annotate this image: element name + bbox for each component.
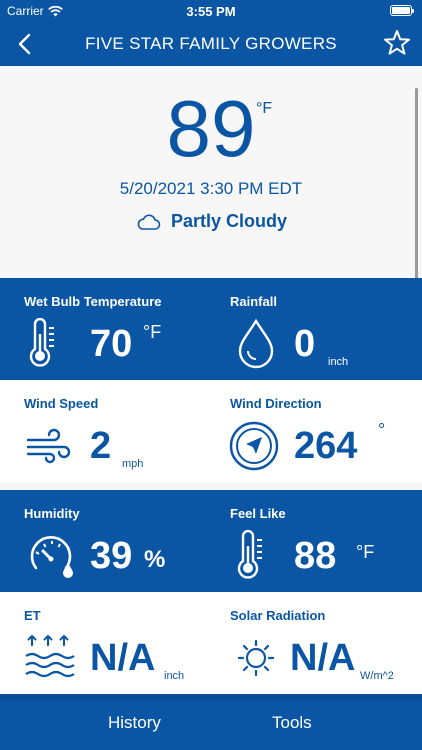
battery-icon	[390, 5, 414, 16]
temperature-unit: °F	[256, 100, 273, 117]
metric-label: Wind Speed	[24, 396, 99, 411]
current-temperature: 89	[166, 84, 256, 173]
metric-feel-like: Feel Like 88 °F	[206, 490, 411, 592]
metric-label: Humidity	[24, 506, 80, 521]
metric-wind-speed: Wind Speed 2 mph	[0, 380, 205, 482]
metric-label: Wet Bulb Temperature	[24, 294, 162, 309]
navigation-bar: FIVE STAR FAMILY GROWERS	[0, 22, 422, 66]
tab-history[interactable]: History	[108, 713, 161, 733]
current-conditions: 89 °F 5/20/2021 3:30 PM EDT Partly Cloud…	[0, 66, 422, 278]
humidity-gauge-icon	[30, 536, 73, 578]
bottom-tab-bar: History Tools	[0, 694, 422, 750]
metric-value: N/A	[90, 637, 156, 679]
metric-value: 2	[90, 425, 112, 467]
wind-icon	[26, 428, 71, 464]
metric-unit: °F	[143, 322, 162, 342]
metric-value: 88	[294, 535, 337, 577]
metric-unit: °F	[356, 542, 375, 562]
evapotranspiration-icon	[25, 634, 75, 678]
station-title: FIVE STAR FAMILY GROWERS	[85, 34, 337, 53]
condition-label: Partly Cloudy	[170, 211, 288, 231]
thermometer-icon	[29, 318, 54, 367]
metric-et: ET N/A inch	[0, 592, 205, 694]
star-outline-icon[interactable]	[382, 28, 412, 58]
metric-value: 0	[294, 323, 316, 365]
metric-unit: %	[144, 546, 166, 573]
metric-value: 264	[294, 425, 358, 467]
status-time: 3:55 PM	[186, 4, 236, 19]
metric-unit: W/m^2	[360, 670, 394, 682]
weather-condition: Partly Cloudy	[0, 211, 422, 232]
metrics-row-1: Wet Bulb Temperature 70 °F Rainfall 0 in…	[0, 278, 422, 380]
metrics-row-2: Wind Speed 2 mph Wind Direction 264 °	[0, 380, 422, 482]
metric-wet-bulb-temperature: Wet Bulb Temperature 70 °F	[0, 278, 205, 380]
metric-solar-radiation: Solar Radiation N/A W/m^2	[206, 592, 411, 694]
thermometer-icon	[237, 530, 262, 579]
sun-icon	[237, 639, 275, 677]
chevron-left-icon[interactable]	[12, 30, 40, 58]
observation-datetime: 5/20/2021 3:30 PM EDT	[119, 179, 303, 198]
metric-value: 70	[90, 323, 133, 365]
metric-label: ET	[24, 608, 41, 623]
status-bar: Carrier 3:55 PM	[0, 0, 422, 22]
metrics-row-3: Humidity 39 % Feel Like 88 °F	[0, 490, 422, 592]
metric-label: Solar Radiation	[230, 608, 326, 623]
metric-value: N/A	[290, 637, 356, 679]
metric-rainfall: Rainfall 0 inch	[206, 278, 411, 380]
metric-humidity: Humidity 39 %	[0, 490, 205, 592]
water-drop-icon	[238, 318, 274, 369]
cloud-icon	[137, 213, 161, 230]
metric-label: Feel Like	[230, 506, 286, 521]
metrics-row-4: ET N/A inch Solar Radiation N/A W/m^2	[0, 592, 422, 694]
metric-label: Rainfall	[230, 294, 277, 309]
metric-unit: mph	[122, 458, 144, 470]
metric-value: 39	[90, 535, 133, 577]
compass-icon	[229, 421, 279, 471]
metric-label: Wind Direction	[230, 396, 322, 411]
tab-tools[interactable]: Tools	[272, 713, 312, 733]
metric-unit: inch	[328, 356, 349, 368]
metric-unit: inch	[164, 670, 185, 682]
metric-wind-direction: Wind Direction 264 °	[206, 380, 411, 482]
metric-unit: °	[378, 420, 386, 440]
current-temperature-block: 89 °F	[0, 84, 422, 174]
